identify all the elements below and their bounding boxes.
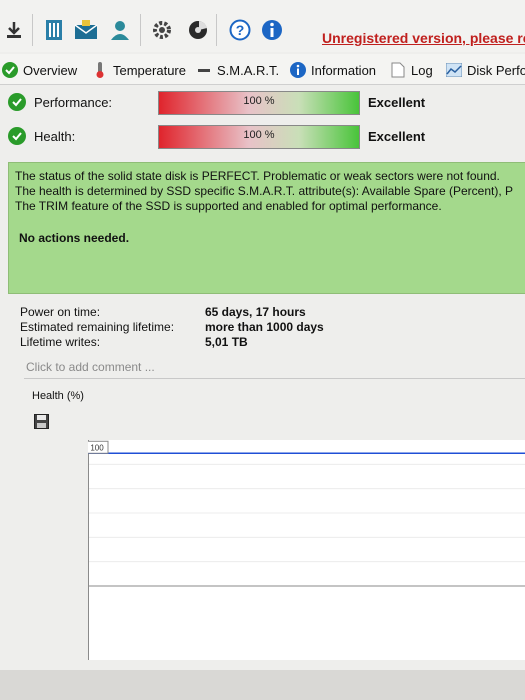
toolbar-separator	[140, 14, 141, 46]
document-icon	[390, 62, 406, 78]
writes-value: 5,01 TB	[205, 335, 248, 349]
health-label: Health:	[34, 129, 76, 144]
comment-field[interactable]: Click to add comment ...	[26, 360, 155, 374]
health-rating: Excellent	[368, 129, 426, 144]
tab-information-label: Information	[311, 62, 377, 78]
power-on-value: 65 days, 17 hours	[205, 305, 306, 319]
save-icon[interactable]	[34, 414, 49, 429]
writes-label: Lifetime writes:	[20, 335, 101, 349]
tab-log[interactable]: Log	[390, 59, 433, 81]
status-message: The status of the solid state disk is PE…	[15, 169, 500, 183]
toolbar-separator	[32, 14, 33, 46]
info-icon	[290, 62, 306, 78]
mail-icon[interactable]	[74, 18, 98, 42]
tab-bar: Overview Temperature S.M.A.R.T. Informat…	[0, 54, 525, 85]
actions-message: No actions needed.	[19, 231, 130, 245]
settings-icon[interactable]	[150, 18, 174, 42]
tab-disk-performance-label: Disk Perfor	[467, 62, 525, 78]
power-on-label: Power on time:	[20, 305, 101, 319]
health-row: Health: 100 % Excellent	[0, 122, 525, 152]
checkmark-icon	[8, 127, 26, 145]
lifetime-value: more than 1000 days	[205, 320, 324, 334]
tab-temperature-label: Temperature	[113, 62, 186, 78]
download-icon[interactable]	[2, 18, 26, 42]
status-message: The TRIM feature of the SSD is supported…	[15, 199, 442, 213]
tab-temperature[interactable]: Temperature	[92, 59, 186, 81]
chart-icon	[446, 62, 462, 78]
taskbar-edge	[0, 670, 525, 700]
checkmark-icon	[8, 93, 26, 111]
thermometer-icon	[92, 62, 108, 78]
svg-text:?: ?	[236, 22, 245, 38]
tab-smart[interactable]: S.M.A.R.T.	[196, 59, 279, 81]
comment-divider	[24, 378, 525, 379]
tab-log-label: Log	[411, 62, 433, 78]
status-message: The health is determined by SSD specific…	[15, 184, 513, 198]
list-icon[interactable]	[42, 18, 66, 42]
tab-smart-label: S.M.A.R.T.	[217, 62, 280, 78]
unregistered-version-link[interactable]: Unregistered version, please re	[322, 30, 525, 46]
health-bar: 100 %	[158, 125, 360, 149]
smart-icon	[196, 62, 212, 78]
tab-information[interactable]: Information	[290, 59, 376, 81]
health-percent: 100 %	[243, 129, 275, 141]
info-icon[interactable]	[260, 18, 284, 42]
help-icon[interactable]: ?	[228, 18, 252, 42]
performance-rating: Excellent	[368, 95, 426, 110]
tab-overview-label: Overview	[23, 62, 78, 78]
toolbar: ? Unregistered version, please re	[0, 0, 525, 52]
health-chart: 100 100 25.01.2020	[88, 440, 525, 660]
performance-label: Performance:	[34, 95, 113, 110]
health-chart-label: Health (%)	[32, 390, 84, 402]
performance-row: Performance: 100 % Excellent	[0, 88, 525, 118]
toolbar-separator	[216, 14, 217, 46]
performance-percent: 100 %	[243, 95, 275, 107]
performance-bar: 100 %	[158, 91, 360, 115]
tab-overview[interactable]: Overview	[2, 59, 77, 81]
user-icon[interactable]	[108, 18, 132, 42]
tab-disk-performance[interactable]: Disk Perfor	[446, 59, 525, 81]
lifetime-label: Estimated remaining lifetime:	[20, 320, 175, 334]
disk-icon[interactable]	[186, 18, 210, 42]
checkmark-icon	[2, 62, 18, 78]
chart-plot-area	[88, 440, 525, 660]
status-panel: The status of the solid state disk is PE…	[8, 162, 525, 294]
chart-point-label: 100	[90, 443, 104, 452]
